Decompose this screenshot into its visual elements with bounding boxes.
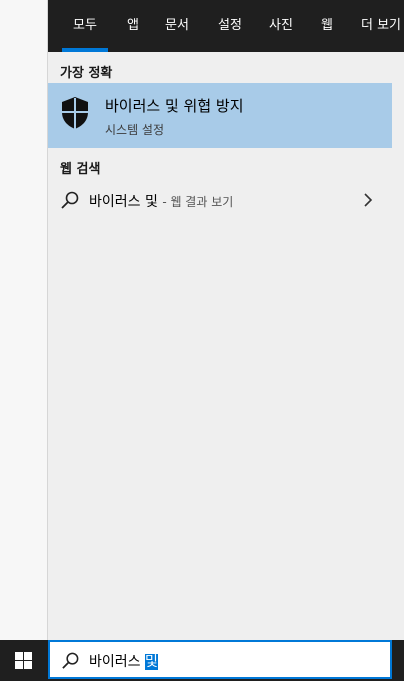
best-match-title: 바이러스 및 위협 방지 [105,97,244,115]
web-search-result[interactable]: 바이러스 및 - 웹 결과 보기 [48,182,392,218]
best-match-result[interactable]: 바이러스 및 위협 방지 시스템 설정 [48,83,392,148]
search-icon [62,652,79,669]
start-button[interactable] [0,640,47,681]
tab-all[interactable]: 모두 [62,0,108,52]
tab-settings[interactable]: 설정 [218,0,242,52]
best-match-header: 가장 정확 [60,66,113,81]
tab-more[interactable]: 더 보기 [361,0,401,52]
shield-icon [62,97,88,129]
web-search-header: 웹 검색 [60,162,101,177]
web-result-text: 바이러스 및 - 웹 결과 보기 [89,191,233,211]
windows-logo-icon [15,652,32,669]
search-icon [61,191,79,209]
taskbar: 바이러스 및 [0,640,404,681]
tab-photos[interactable]: 사진 [269,0,293,52]
tab-documents[interactable]: 문서 [165,0,189,52]
tab-web[interactable]: 웹 [321,0,333,52]
web-result-query: 바이러스 및 [89,194,158,210]
tab-apps[interactable]: 앱 [127,0,139,52]
search-results-panel: 모두 앱 문서 설정 사진 웹 더 보기 가장 정확 바이러스 및 위협 방지 … [47,0,404,640]
search-input-value: 바이러스 [89,654,145,670]
search-tab-bar: 모두 앱 문서 설정 사진 웹 더 보기 [48,0,404,52]
chevron-right-icon[interactable] [362,192,374,208]
taskbar-search-box[interactable]: 바이러스 및 [48,640,392,679]
web-result-suffix: - 웹 결과 보기 [162,195,234,209]
desktop-background [0,0,47,640]
search-input-selection: 및 [144,654,158,670]
search-input-text[interactable]: 바이러스 및 [89,651,158,671]
best-match-subtitle: 시스템 설정 [105,123,165,137]
